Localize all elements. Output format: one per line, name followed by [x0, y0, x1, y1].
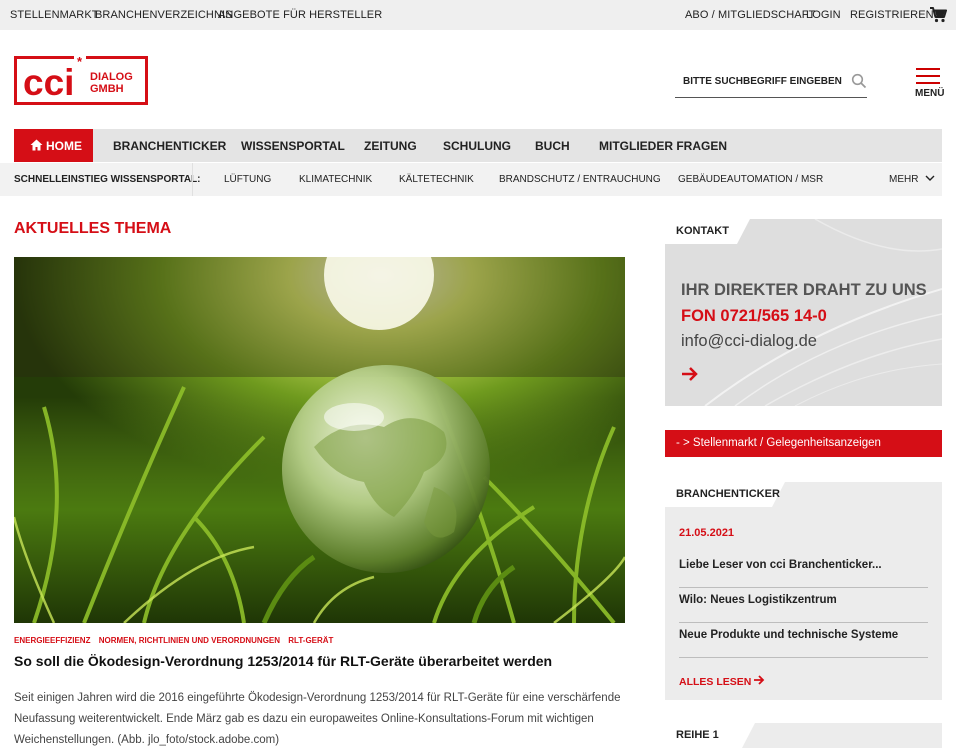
chevron-down-icon: [925, 175, 935, 181]
tag-energieeffizienz[interactable]: ENERGIEEFFIZIENZ: [14, 636, 90, 645]
nav-home-label: HOME: [46, 139, 82, 153]
tag-rlt-geraet[interactable]: RLT-GERÄT: [288, 636, 333, 645]
read-all-label: ALLES LESEN: [679, 676, 752, 688]
hero-image-glass-globe[interactable]: [14, 257, 625, 623]
teaser-line: Neufassung weiterentwickelt. Ende März g…: [14, 713, 594, 725]
article-tags: ENERGIEEFFIZIENZ NORMEN, RICHTLINIEN UND…: [14, 636, 339, 645]
link-login[interactable]: LOGIN: [806, 9, 841, 21]
nav-zeitung[interactable]: ZEITUNG: [364, 139, 417, 153]
nav-schulung[interactable]: SCHULUNG: [443, 139, 511, 153]
quick-nav-more-label: MEHR: [889, 174, 919, 185]
logo-line2: GMBH: [90, 83, 124, 95]
teaser-line: Weichenstellungen. (Abb. jlo_foto/stock.…: [14, 734, 280, 746]
quick-nav-label: SCHNELLEINSTIEG WISSENSPORTAL:: [14, 174, 201, 185]
home-icon: [30, 139, 43, 151]
reihe-label: REIHE 1: [676, 729, 719, 741]
hamburger-icon-bar: [916, 75, 940, 77]
ticker-entry[interactable]: Neue Produkte und technische Systeme: [679, 623, 928, 658]
logo-brand: cci: [23, 62, 74, 103]
link-angebote-fuer-hersteller[interactable]: ANGEBOTE FÜR HERSTELLER: [218, 9, 382, 21]
main-navigation: HOME BRANCHENTICKER WISSENSPORTAL ZEITUN…: [14, 129, 942, 162]
top-utility-bar: STELLENMARKT BRANCHENVERZEICHNIS ANGEBOT…: [0, 0, 956, 30]
nav-wissensportal[interactable]: WISSENSPORTAL: [241, 139, 345, 153]
tag-normen[interactable]: NORMEN, RICHTLINIEN UND VERORDNUNGEN: [99, 636, 280, 645]
logo-line1: DIALOG: [90, 71, 133, 83]
quick-navigation: SCHNELLEINSTIEG WISSENSPORTAL: LÜFTUNG K…: [0, 163, 942, 196]
search-box: [675, 68, 867, 98]
link-abo-mitgliedschaft[interactable]: ABO / MITGLIEDSCHAFT: [685, 9, 815, 21]
quick-nav-brandschutz[interactable]: BRANDSCHUTZ / ENTRAUCHUNG: [499, 174, 661, 185]
teaser-line: Seit einigen Jahren wird die 2016 eingef…: [14, 692, 621, 704]
contact-headline: IHR DIREKTER DRAHT ZU UNS: [681, 281, 927, 299]
section-title: AKTUELLES THEMA: [14, 220, 172, 237]
menu-button[interactable]: MENÜ: [914, 68, 945, 102]
quick-nav-more[interactable]: MEHR: [889, 174, 935, 185]
ticker-entry[interactable]: Wilo: Neues Logistikzentrum: [679, 588, 928, 623]
search-input[interactable]: [675, 68, 845, 94]
cci-dialog-logo[interactable]: cci * DIALOG GMBH: [14, 56, 148, 105]
divider: [192, 163, 193, 196]
ticker-date: 21.05.2021: [679, 527, 735, 539]
nav-buch[interactable]: BUCH: [535, 139, 570, 153]
arrow-right-icon[interactable]: [681, 366, 699, 382]
article-teaser: Seit einigen Jahren wird die 2016 eingef…: [14, 688, 626, 748]
ticker-entry[interactable]: Liebe Leser von cci Branchenticker...: [679, 553, 928, 588]
article-title[interactable]: So soll die Ökodesign-Verordnung 1253/20…: [14, 653, 552, 669]
read-all-link[interactable]: ALLES LESEN: [679, 675, 765, 688]
hamburger-icon-bar: [916, 82, 940, 84]
quick-nav-gebaeudeautomation[interactable]: GEBÄUDEAUTOMATION / MSR: [678, 174, 823, 185]
branchenticker-box: BRANCHENTICKER 21.05.2021 Liebe Leser vo…: [665, 482, 942, 700]
quick-nav-kaeltetechnik[interactable]: KÄLTETECHNIK: [399, 174, 474, 185]
stellenmarkt-button[interactable]: - > Stellenmarkt / Gelegenheitsanzeigen: [665, 430, 942, 457]
link-branchenverzeichnis[interactable]: BRANCHENVERZEICHNIS: [95, 9, 233, 21]
ticker-label: BRANCHENTICKER: [676, 488, 780, 500]
contact-label: KONTAKT: [676, 225, 729, 237]
quick-nav-klimatechnik[interactable]: KLIMATECHNIK: [299, 174, 372, 185]
contact-email-link[interactable]: info@cci-dialog.de: [681, 332, 817, 351]
hamburger-icon: [916, 68, 940, 70]
arrow-right-icon: [754, 675, 765, 685]
contact-box: KONTAKT IHR DIREKTER DRAHT ZU UNS FON 07…: [665, 219, 942, 406]
link-registrieren[interactable]: REGISTRIEREN: [850, 9, 934, 21]
shopping-cart-icon[interactable]: [929, 6, 947, 24]
menu-label: MENÜ: [915, 88, 945, 99]
nav-branchenticker[interactable]: BRANCHENTICKER: [113, 139, 226, 153]
reihe-box: REIHE 1: [665, 723, 942, 748]
search-icon[interactable]: [851, 73, 867, 89]
link-stellenmarkt[interactable]: STELLENMARKT: [10, 9, 99, 21]
nav-mitglieder-fragen[interactable]: MITGLIEDER FRAGEN: [599, 139, 727, 153]
quick-nav-lueftung[interactable]: LÜFTUNG: [224, 174, 271, 185]
contact-phone: FON 0721/565 14-0: [681, 307, 827, 325]
nav-home[interactable]: HOME: [14, 129, 93, 162]
